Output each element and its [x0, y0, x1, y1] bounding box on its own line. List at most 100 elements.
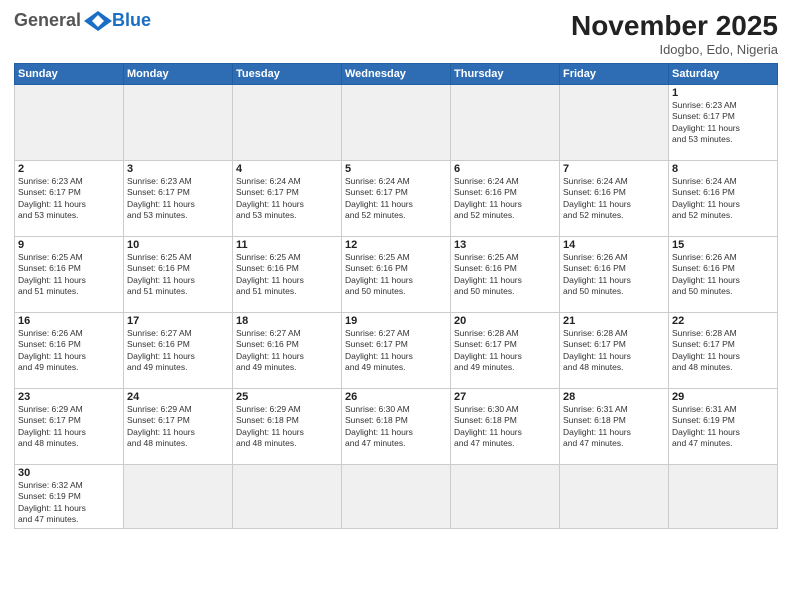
day-info: Sunrise: 6:24 AM Sunset: 6:17 PM Dayligh… — [345, 176, 447, 222]
table-row: 9Sunrise: 6:25 AM Sunset: 6:16 PM Daylig… — [15, 237, 124, 313]
logo-area: General Blue — [14, 10, 151, 31]
day-number: 11 — [236, 239, 338, 251]
day-info: Sunrise: 6:25 AM Sunset: 6:16 PM Dayligh… — [236, 252, 338, 298]
day-number: 27 — [454, 391, 556, 403]
day-info: Sunrise: 6:31 AM Sunset: 6:19 PM Dayligh… — [672, 404, 774, 450]
day-number: 18 — [236, 315, 338, 327]
day-info: Sunrise: 6:24 AM Sunset: 6:16 PM Dayligh… — [563, 176, 665, 222]
header: General Blue November 2025 Idogbo, Edo, … — [14, 10, 778, 57]
day-number: 19 — [345, 315, 447, 327]
table-row: 26Sunrise: 6:30 AM Sunset: 6:18 PM Dayli… — [342, 389, 451, 465]
day-number: 5 — [345, 163, 447, 175]
location-subtitle: Idogbo, Edo, Nigeria — [571, 42, 778, 57]
table-row: 19Sunrise: 6:27 AM Sunset: 6:17 PM Dayli… — [342, 313, 451, 389]
day-info: Sunrise: 6:29 AM Sunset: 6:18 PM Dayligh… — [236, 404, 338, 450]
table-row: 18Sunrise: 6:27 AM Sunset: 6:16 PM Dayli… — [233, 313, 342, 389]
day-number: 2 — [18, 163, 120, 175]
day-info: Sunrise: 6:28 AM Sunset: 6:17 PM Dayligh… — [672, 328, 774, 374]
day-number: 20 — [454, 315, 556, 327]
day-number: 22 — [672, 315, 774, 327]
table-row — [15, 85, 124, 161]
table-row: 27Sunrise: 6:30 AM Sunset: 6:18 PM Dayli… — [451, 389, 560, 465]
day-number: 26 — [345, 391, 447, 403]
table-row: 24Sunrise: 6:29 AM Sunset: 6:17 PM Dayli… — [124, 389, 233, 465]
logo-general-text: General — [14, 10, 81, 31]
table-row: 13Sunrise: 6:25 AM Sunset: 6:16 PM Dayli… — [451, 237, 560, 313]
day-info: Sunrise: 6:24 AM Sunset: 6:17 PM Dayligh… — [236, 176, 338, 222]
table-row: 14Sunrise: 6:26 AM Sunset: 6:16 PM Dayli… — [560, 237, 669, 313]
day-number: 30 — [18, 467, 120, 479]
day-number: 17 — [127, 315, 229, 327]
table-row — [342, 85, 451, 161]
day-number: 14 — [563, 239, 665, 251]
table-row — [233, 465, 342, 529]
day-info: Sunrise: 6:30 AM Sunset: 6:18 PM Dayligh… — [345, 404, 447, 450]
day-info: Sunrise: 6:25 AM Sunset: 6:16 PM Dayligh… — [127, 252, 229, 298]
day-number: 16 — [18, 315, 120, 327]
table-row — [560, 465, 669, 529]
col-wednesday: Wednesday — [342, 64, 451, 85]
table-row: 3Sunrise: 6:23 AM Sunset: 6:17 PM Daylig… — [124, 161, 233, 237]
day-number: 15 — [672, 239, 774, 251]
table-row: 22Sunrise: 6:28 AM Sunset: 6:17 PM Dayli… — [669, 313, 778, 389]
calendar-table: Sunday Monday Tuesday Wednesday Thursday… — [14, 63, 778, 529]
table-row — [124, 85, 233, 161]
table-row — [451, 85, 560, 161]
table-row: 8Sunrise: 6:24 AM Sunset: 6:16 PM Daylig… — [669, 161, 778, 237]
table-row — [124, 465, 233, 529]
day-info: Sunrise: 6:23 AM Sunset: 6:17 PM Dayligh… — [127, 176, 229, 222]
day-number: 21 — [563, 315, 665, 327]
day-info: Sunrise: 6:26 AM Sunset: 6:16 PM Dayligh… — [672, 252, 774, 298]
day-info: Sunrise: 6:23 AM Sunset: 6:17 PM Dayligh… — [18, 176, 120, 222]
day-info: Sunrise: 6:24 AM Sunset: 6:16 PM Dayligh… — [454, 176, 556, 222]
day-info: Sunrise: 6:27 AM Sunset: 6:17 PM Dayligh… — [345, 328, 447, 374]
month-title: November 2025 — [571, 10, 778, 42]
day-number: 8 — [672, 163, 774, 175]
table-row: 2Sunrise: 6:23 AM Sunset: 6:17 PM Daylig… — [15, 161, 124, 237]
table-row: 4Sunrise: 6:24 AM Sunset: 6:17 PM Daylig… — [233, 161, 342, 237]
logo-icon — [84, 11, 112, 31]
calendar-week-row: 1Sunrise: 6:23 AM Sunset: 6:17 PM Daylig… — [15, 85, 778, 161]
table-row — [451, 465, 560, 529]
col-saturday: Saturday — [669, 64, 778, 85]
table-row — [669, 465, 778, 529]
col-thursday: Thursday — [451, 64, 560, 85]
day-info: Sunrise: 6:31 AM Sunset: 6:18 PM Dayligh… — [563, 404, 665, 450]
table-row: 25Sunrise: 6:29 AM Sunset: 6:18 PM Dayli… — [233, 389, 342, 465]
day-number: 12 — [345, 239, 447, 251]
table-row: 30Sunrise: 6:32 AM Sunset: 6:19 PM Dayli… — [15, 465, 124, 529]
table-row: 5Sunrise: 6:24 AM Sunset: 6:17 PM Daylig… — [342, 161, 451, 237]
day-number: 6 — [454, 163, 556, 175]
day-info: Sunrise: 6:24 AM Sunset: 6:16 PM Dayligh… — [672, 176, 774, 222]
day-number: 7 — [563, 163, 665, 175]
table-row: 15Sunrise: 6:26 AM Sunset: 6:16 PM Dayli… — [669, 237, 778, 313]
day-info: Sunrise: 6:27 AM Sunset: 6:16 PM Dayligh… — [236, 328, 338, 374]
calendar-week-row: 9Sunrise: 6:25 AM Sunset: 6:16 PM Daylig… — [15, 237, 778, 313]
day-info: Sunrise: 6:23 AM Sunset: 6:17 PM Dayligh… — [672, 100, 774, 146]
day-info: Sunrise: 6:28 AM Sunset: 6:17 PM Dayligh… — [563, 328, 665, 374]
day-info: Sunrise: 6:30 AM Sunset: 6:18 PM Dayligh… — [454, 404, 556, 450]
day-number: 23 — [18, 391, 120, 403]
table-row — [342, 465, 451, 529]
table-row: 20Sunrise: 6:28 AM Sunset: 6:17 PM Dayli… — [451, 313, 560, 389]
day-number: 13 — [454, 239, 556, 251]
day-info: Sunrise: 6:27 AM Sunset: 6:16 PM Dayligh… — [127, 328, 229, 374]
table-row: 29Sunrise: 6:31 AM Sunset: 6:19 PM Dayli… — [669, 389, 778, 465]
day-number: 25 — [236, 391, 338, 403]
table-row: 28Sunrise: 6:31 AM Sunset: 6:18 PM Dayli… — [560, 389, 669, 465]
logo: General Blue — [14, 10, 151, 31]
day-number: 10 — [127, 239, 229, 251]
table-row: 1Sunrise: 6:23 AM Sunset: 6:17 PM Daylig… — [669, 85, 778, 161]
col-sunday: Sunday — [15, 64, 124, 85]
day-info: Sunrise: 6:29 AM Sunset: 6:17 PM Dayligh… — [18, 404, 120, 450]
day-info: Sunrise: 6:32 AM Sunset: 6:19 PM Dayligh… — [18, 480, 120, 526]
col-friday: Friday — [560, 64, 669, 85]
table-row: 16Sunrise: 6:26 AM Sunset: 6:16 PM Dayli… — [15, 313, 124, 389]
day-info: Sunrise: 6:25 AM Sunset: 6:16 PM Dayligh… — [454, 252, 556, 298]
calendar-week-row: 30Sunrise: 6:32 AM Sunset: 6:19 PM Dayli… — [15, 465, 778, 529]
day-number: 28 — [563, 391, 665, 403]
col-monday: Monday — [124, 64, 233, 85]
day-number: 29 — [672, 391, 774, 403]
calendar-week-row: 2Sunrise: 6:23 AM Sunset: 6:17 PM Daylig… — [15, 161, 778, 237]
day-info: Sunrise: 6:28 AM Sunset: 6:17 PM Dayligh… — [454, 328, 556, 374]
